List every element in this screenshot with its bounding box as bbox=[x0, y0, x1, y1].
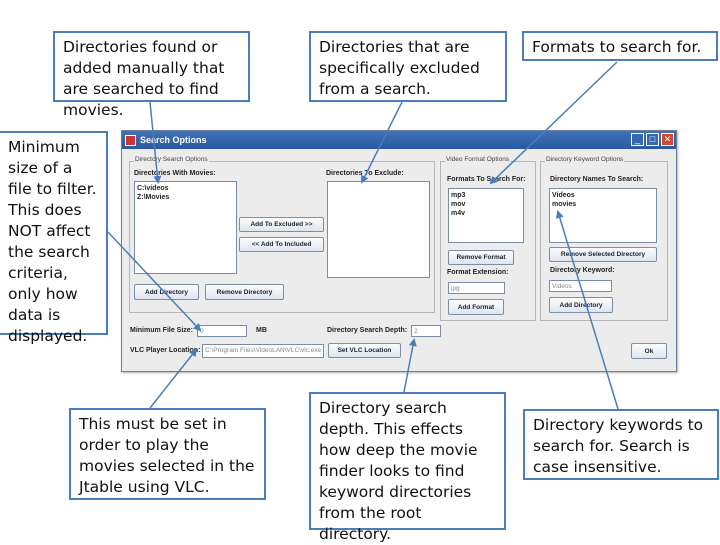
directory-search-group-title: Directory Search Options bbox=[134, 156, 209, 163]
list-item[interactable]: m4v bbox=[451, 209, 521, 218]
callout-directories-found: Directories found or added manually that… bbox=[53, 31, 250, 119]
vlc-player-location-label: VLC Player Location: bbox=[130, 347, 201, 354]
minimum-file-size-unit: MB bbox=[256, 327, 267, 334]
directories-with-movies-list[interactable]: C:\videos Z:\Movies bbox=[134, 181, 237, 274]
maximize-icon[interactable]: □ bbox=[646, 133, 659, 146]
add-format-button[interactable]: Add Format bbox=[448, 299, 504, 315]
remove-selected-directory-button[interactable]: Remove Selected Directory bbox=[549, 247, 657, 262]
directory-names-list[interactable]: Videos movies bbox=[549, 188, 657, 243]
add-to-included-button[interactable]: << Add To Included bbox=[239, 237, 324, 252]
vlc-player-location-field[interactable]: C:\Program Files\VideoLAN\VLC\vlc.exe bbox=[202, 344, 324, 358]
callout-vlc: This must be set in order to play the mo… bbox=[69, 408, 266, 500]
directory-names-label: Directory Names To Search: bbox=[550, 176, 644, 183]
close-icon[interactable]: ✕ bbox=[661, 133, 674, 146]
video-format-group: Video Format Options Formats To Search F… bbox=[440, 156, 536, 321]
ok-button[interactable]: Ok bbox=[631, 343, 667, 359]
list-item[interactable]: movies bbox=[552, 200, 654, 209]
keyword-add-directory-button[interactable]: Add Directory bbox=[549, 297, 613, 313]
directory-keyword-field[interactable]: Videos bbox=[549, 280, 612, 292]
directory-keyword-label: Directory Keyword: bbox=[550, 267, 615, 274]
callout-min-size: Minimum size of a file to filter. This d… bbox=[0, 131, 108, 345]
list-item[interactable]: mp3 bbox=[451, 191, 521, 200]
window-titlebar[interactable]: Search Options bbox=[122, 131, 676, 149]
callout-search-depth: Directory search depth. This effects how… bbox=[309, 392, 506, 543]
callout-directories-excluded: Directories that are specifically exclud… bbox=[309, 31, 507, 102]
add-directory-button[interactable]: Add Directory bbox=[134, 284, 199, 300]
directory-search-depth-label: Directory Search Depth: bbox=[327, 327, 408, 334]
directory-search-depth-field[interactable]: 2 bbox=[411, 325, 441, 337]
formats-to-search-label: Formats To Search For: bbox=[447, 176, 526, 183]
format-extension-field[interactable]: jpg bbox=[448, 282, 505, 294]
app-icon bbox=[125, 134, 136, 146]
minimum-file-size-label: Minimum File Size: bbox=[130, 327, 194, 334]
callout-keywords: Directory keywords to search for. Search… bbox=[523, 409, 719, 480]
list-item[interactable]: C:\videos bbox=[137, 184, 234, 193]
directory-keyword-group-title: Directory Keyword Options bbox=[545, 156, 625, 163]
search-options-window: Search Options _ □ ✕ Directory Search Op… bbox=[121, 130, 677, 372]
format-extension-label: Format Extension: bbox=[447, 269, 509, 276]
list-item[interactable]: Z:\Movies bbox=[137, 193, 234, 202]
formats-list[interactable]: mp3 mov m4v bbox=[448, 188, 524, 243]
list-item[interactable]: mov bbox=[451, 200, 521, 209]
directory-keyword-group: Directory Keyword Options Directory Name… bbox=[540, 156, 668, 321]
directory-search-group: Directory Search Options Directories Wit… bbox=[129, 156, 435, 313]
directories-to-exclude-list[interactable] bbox=[327, 181, 430, 278]
remove-format-button[interactable]: Remove Format bbox=[448, 250, 514, 265]
directories-with-movies-label: Directories With Movies: bbox=[134, 170, 216, 177]
video-format-group-title: Video Format Options bbox=[445, 156, 511, 163]
minimize-icon[interactable]: _ bbox=[631, 133, 644, 146]
callout-formats: Formats to search for. bbox=[522, 31, 718, 61]
list-item[interactable]: Videos bbox=[552, 191, 654, 200]
add-to-excluded-button[interactable]: Add To Excluded >> bbox=[239, 217, 324, 232]
remove-directory-button[interactable]: Remove Directory bbox=[205, 284, 284, 300]
minimum-file-size-field[interactable]: 0 bbox=[197, 325, 247, 337]
set-vlc-location-button[interactable]: Set VLC Location bbox=[328, 343, 401, 358]
directories-to-exclude-label: Directories To Exclude: bbox=[326, 170, 404, 177]
window-title: Search Options bbox=[140, 135, 207, 145]
